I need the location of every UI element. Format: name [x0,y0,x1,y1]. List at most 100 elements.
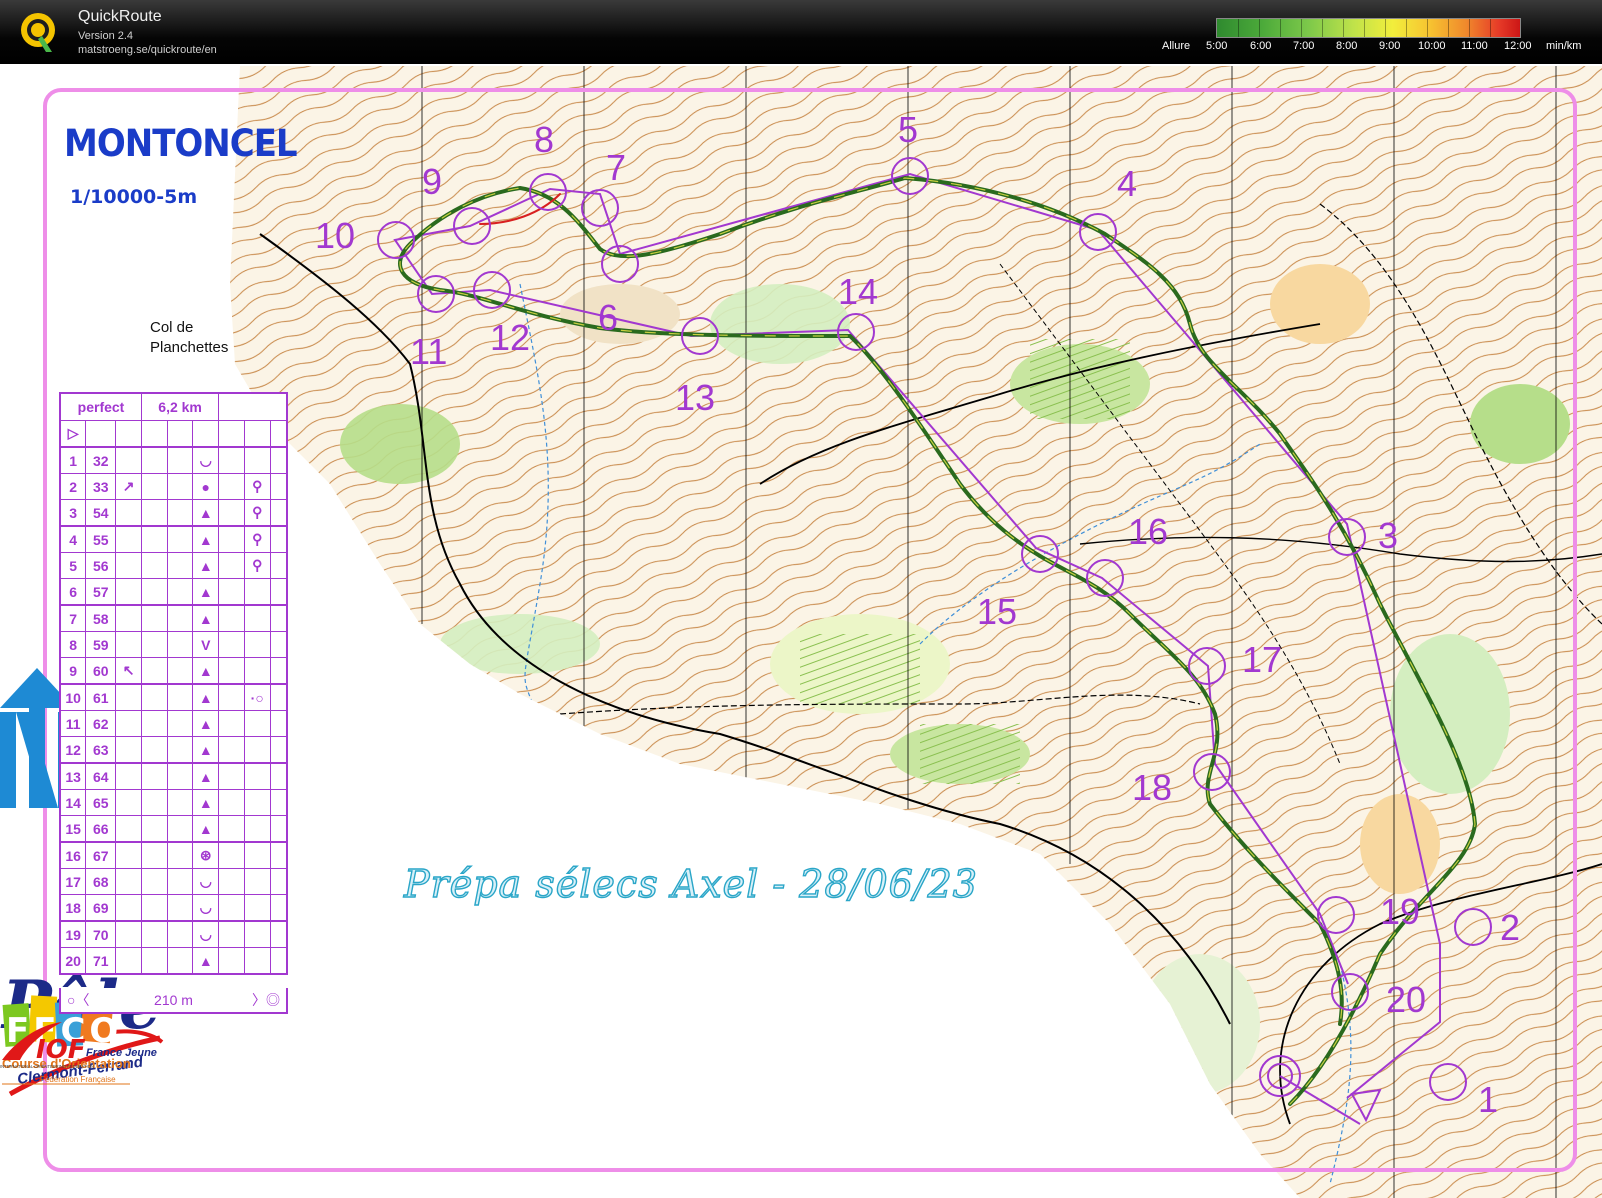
cd-direction [115,841,142,869]
cd-feature-symbol: V [192,631,220,658]
cd-detail-symbol [243,815,271,843]
cd-control-code: 63 [85,736,117,764]
cd-control-row: 13 64 ▲ [59,762,288,790]
control-number: 9 [422,161,442,202]
cd-control-code: 61 [85,683,117,711]
cd-feature-symbol: ◡ [192,920,220,948]
cd-control-num: 11 [59,710,87,737]
cd-direction [115,868,142,895]
control-number: 5 [898,109,918,150]
cd-control-code: 68 [85,868,117,895]
pace-tick: 5:00 [1206,40,1228,52]
cd-control-row: 17 68 ◡ [59,868,288,895]
cd-control-row: 15 66 ▲ [59,815,288,843]
app-name: QuickRoute [78,8,162,25]
place-name: Col de Planchettes [150,318,260,358]
finish-right-symbol: 〉◎ [252,992,280,1008]
control-number: 13 [675,377,715,418]
cd-direction [115,499,142,527]
cd-control-row: 14 65 ▲ [59,789,288,816]
cd-control-num: 1 [59,446,87,474]
control-number: 17 [1242,639,1282,680]
cd-direction: ↗ [115,473,142,500]
pace-legend-label: Allure [1162,40,1191,52]
cd-control-row: 20 71 ▲ [59,947,288,975]
cd-control-code: 65 [85,789,117,816]
cd-control-num: 16 [59,841,87,869]
pace-tick: 9:00 [1379,40,1401,52]
cd-feature-symbol: ▲ [192,947,220,975]
cd-control-num: 6 [59,578,87,606]
cd-course-name: perfect [59,392,142,421]
cd-control-code: 32 [85,446,117,474]
cd-feature-symbol: ▲ [192,499,220,527]
pace-tick: 6:00 [1250,40,1272,52]
cd-control-code: 58 [85,604,117,632]
cd-control-num: 19 [59,920,87,948]
cd-feature-symbol: ⊛ [192,841,220,869]
control-number: 11 [410,331,447,372]
cd-feature-symbol: ▲ [192,552,220,579]
cd-detail-symbol: ⚲ [243,525,271,553]
app-version: Version 2.4 [78,30,134,42]
cd-direction [115,578,142,606]
control-description-sheet: perfect 6,2 km ▷ 1 32 ◡ 2 33 ↗ ● ⚲ 3 54 ▲ ⚲ 4 55 ▲ ⚲ 5 56… [59,392,288,975]
cd-feature-symbol: ▲ [192,683,220,711]
control-number: 19 [1380,891,1420,932]
control-number: 14 [838,271,878,312]
control-number: 2 [1500,907,1520,948]
place-name-line: Planchettes [150,339,229,356]
cd-control-num: 8 [59,631,87,658]
logo-text: Fédération Française [40,1075,116,1084]
pace-tick: 11:00 [1461,40,1488,52]
cd-control-row: 3 54 ▲ ⚲ [59,499,288,527]
cd-control-code: 62 [85,710,117,737]
cd-control-code: 55 [85,525,117,553]
cd-direction [115,604,142,632]
cd-detail-symbol [243,920,271,948]
place-name-line: Col de [150,319,194,336]
cd-direction [115,552,142,579]
iof-logo: IOF INTERNATIONAL ORIENTEERING FEDERATIO… [0,1022,94,1069]
cd-detail-symbol [243,894,271,922]
cd-control-num: 3 [59,499,87,527]
cd-control-code: 67 [85,841,117,869]
control-number: 4 [1117,163,1137,204]
cd-feature-symbol: ▲ [192,736,220,764]
pace-tick: 10:00 [1418,40,1446,52]
cd-direction [115,631,142,658]
event-title: Prépa sélecs Axel - 28/06/23 [403,861,978,906]
cd-detail-symbol: ·○ [243,683,271,711]
control-number: 18 [1132,767,1172,808]
cd-finish-row: ○〈 210 m 〉◎ [59,988,288,1014]
cd-control-num: 18 [59,894,87,922]
cd-control-code: 66 [85,815,117,843]
cd-control-code: 70 [85,920,117,948]
cd-detail-symbol [243,578,271,606]
cd-direction [115,789,142,816]
cd-control-num: 20 [59,947,87,975]
pace-unit: min/km [1546,40,1582,52]
app-url: matstroeng.se/quickroute/en [78,44,217,56]
cd-control-row: 8 59 V [59,631,288,658]
map-title: MONTONCEL [64,122,298,166]
map-scale: 1/10000-5m [70,186,198,208]
cd-detail-symbol: ⚲ [243,499,271,527]
cd-feature-symbol: ▲ [192,815,220,843]
cd-feature-symbol: ▲ [192,657,220,685]
cd-detail-symbol [243,762,271,790]
cd-direction [115,762,142,790]
cd-direction [115,920,142,948]
cd-detail-symbol: ⚲ [243,552,271,579]
cd-feature-symbol: ● [192,473,220,500]
cd-control-num: 7 [59,604,87,632]
cd-control-row: 10 61 ▲ ·○ [59,683,288,711]
cd-detail-symbol [243,710,271,737]
control-number: 15 [977,591,1017,632]
cd-feature-symbol: ▲ [192,789,220,816]
pace-legend-labels: Allure 5:00 6:00 7:00 8:00 9:00 10:00 11… [1162,40,1602,54]
cd-control-num: 15 [59,815,87,843]
cd-control-num: 13 [59,762,87,790]
cd-direction [115,947,142,975]
pace-legend-bar [1216,18,1521,38]
